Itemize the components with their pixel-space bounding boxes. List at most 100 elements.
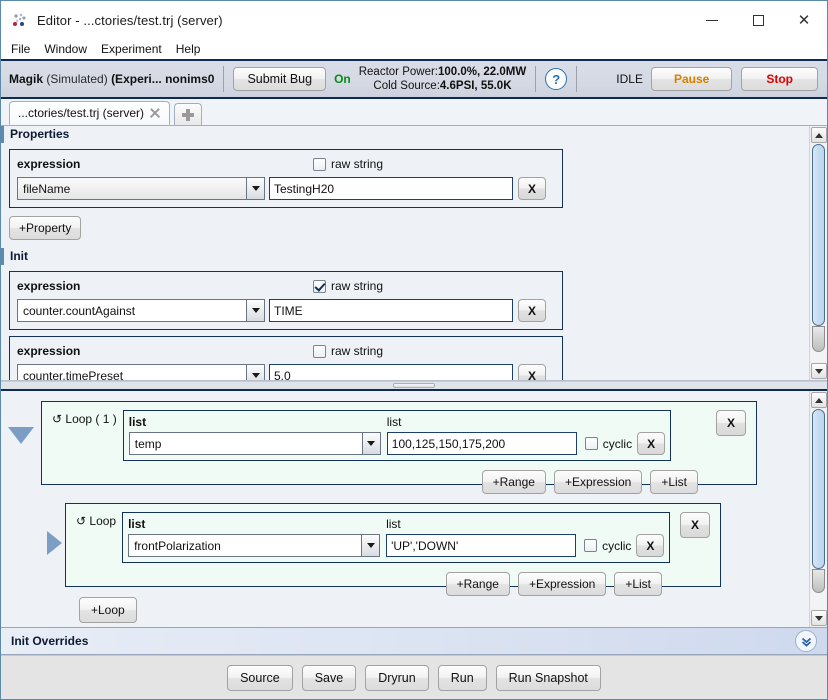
init-value-input[interactable]: TIME bbox=[269, 299, 513, 322]
run-snapshot-button[interactable]: Run Snapshot bbox=[495, 664, 601, 691]
add-tab-button[interactable] bbox=[174, 103, 203, 125]
properties-scrollbar[interactable] bbox=[809, 126, 827, 380]
property-name-value: fileName bbox=[23, 181, 71, 196]
triangle-right-icon bbox=[46, 531, 62, 555]
menu-file[interactable]: File bbox=[11, 40, 38, 58]
app-icon bbox=[11, 11, 29, 29]
menu-help[interactable]: Help bbox=[176, 40, 209, 58]
raw-string-checkbox[interactable] bbox=[312, 344, 326, 358]
minimize-button[interactable] bbox=[689, 1, 735, 39]
scroll-up-button[interactable] bbox=[810, 127, 827, 143]
scroll-thumb-tail[interactable] bbox=[811, 569, 825, 593]
init-overrides-bar[interactable]: Init Overrides bbox=[1, 627, 827, 655]
outer-value-label: list bbox=[386, 414, 402, 429]
init-name-combo[interactable]: counter.timePreset bbox=[17, 364, 265, 380]
raw-string-label: raw string bbox=[330, 279, 383, 293]
properties-header: Properties bbox=[1, 126, 809, 143]
submit-bug-button[interactable]: Submit Bug bbox=[233, 67, 327, 91]
close-button[interactable]: ✕ bbox=[781, 1, 827, 39]
chevron-down-icon[interactable] bbox=[361, 433, 380, 454]
outer-cyclic-checkbox[interactable] bbox=[584, 437, 598, 450]
init-overrides-label: Init Overrides bbox=[11, 634, 89, 648]
properties-init-pane: Properties expression raw string fileNam… bbox=[1, 126, 827, 381]
experiment-label: (Experi... bbox=[111, 72, 162, 86]
add-loop-button[interactable]: +Loop bbox=[79, 597, 137, 623]
chevron-down-icon[interactable] bbox=[361, 535, 380, 556]
properties-init-content: Properties expression raw string fileNam… bbox=[1, 126, 809, 380]
source-button[interactable]: Source bbox=[227, 664, 293, 691]
double-chevron-down-icon[interactable] bbox=[795, 630, 817, 652]
inner-list-label: list bbox=[128, 516, 146, 531]
loops-scrollbar[interactable] bbox=[809, 391, 827, 627]
outer-loop-expand-toggle[interactable] bbox=[1, 401, 41, 485]
help-icon[interactable]: ? bbox=[545, 68, 568, 90]
scroll-track[interactable] bbox=[810, 144, 827, 362]
inner-loop-variable-combo[interactable]: frontPolarization bbox=[128, 534, 381, 557]
tab-test-trj[interactable]: ...ctories/test.trj (server) bbox=[9, 101, 171, 125]
outer-loop-delete-button[interactable]: X bbox=[716, 410, 746, 436]
raw-string-checkbox[interactable] bbox=[312, 279, 326, 293]
stop-button[interactable]: Stop bbox=[741, 67, 818, 91]
user-label: nonims0 bbox=[165, 72, 215, 86]
window-controls: ✕ bbox=[689, 1, 827, 39]
property-name-combo[interactable]: fileName bbox=[17, 177, 265, 200]
init-row: expression raw string counter.timePreset… bbox=[9, 336, 563, 380]
outer-loop-variable-combo[interactable]: temp bbox=[128, 432, 381, 455]
divider-grip[interactable] bbox=[393, 383, 435, 388]
scroll-thumb[interactable] bbox=[811, 409, 825, 569]
reactor-readout: Reactor Power:100.0%, 22.0MW Cold Source… bbox=[359, 65, 526, 93]
init-value-input[interactable]: 5.0 bbox=[269, 364, 513, 380]
outer-loop-variable-value: temp bbox=[134, 436, 162, 451]
instrument-status: Magik (Simulated) (Experi... nonims0 bbox=[9, 72, 214, 86]
menu-window[interactable]: Window bbox=[44, 40, 95, 58]
raw-string-checkbox[interactable] bbox=[312, 157, 326, 171]
inner-add-expression-button[interactable]: +Expression bbox=[517, 572, 607, 596]
add-property-button[interactable]: +Property bbox=[9, 216, 82, 240]
property-value-input[interactable]: TestingH20 bbox=[269, 177, 513, 200]
outer-add-expression-button[interactable]: +Expression bbox=[553, 470, 643, 494]
scroll-track[interactable] bbox=[810, 409, 827, 609]
close-icon[interactable] bbox=[149, 107, 161, 119]
init-name-combo[interactable]: counter.countAgainst bbox=[17, 299, 265, 322]
inner-loop-delete-button[interactable]: X bbox=[680, 512, 710, 538]
cold-source-line: Cold Source:4.6PSI, 55.0K bbox=[359, 79, 526, 93]
delete-property-button[interactable]: X bbox=[518, 177, 546, 200]
scroll-down-button[interactable] bbox=[810, 363, 827, 379]
split-divider[interactable] bbox=[1, 381, 827, 391]
chevron-down-icon[interactable] bbox=[246, 178, 264, 199]
scroll-up-button[interactable] bbox=[810, 392, 827, 408]
inner-loop-panel: ↺ Loop list list frontPolarization 'UP',… bbox=[65, 503, 721, 596]
scroll-thumb-tail[interactable] bbox=[811, 326, 825, 352]
outer-cyclic-label: cyclic bbox=[602, 436, 633, 451]
outer-loop-list-input[interactable]: 100,125,150,175,200 bbox=[386, 432, 577, 455]
tab-strip: ...ctories/test.trj (server) bbox=[1, 99, 827, 126]
outer-list-label: list bbox=[128, 414, 147, 429]
expression-label: expression bbox=[17, 344, 81, 358]
maximize-button[interactable] bbox=[735, 1, 781, 39]
outer-loop-clear-button[interactable]: X bbox=[637, 432, 666, 455]
delete-init-button[interactable]: X bbox=[518, 299, 546, 322]
save-button[interactable]: Save bbox=[301, 664, 357, 691]
inner-loop-variable-value: frontPolarization bbox=[134, 538, 221, 553]
inner-loop-expand-toggle[interactable] bbox=[43, 503, 65, 587]
inner-loop-clear-button[interactable]: X bbox=[636, 534, 665, 557]
inner-add-range-button[interactable]: +Range bbox=[445, 572, 510, 596]
inner-add-list-button[interactable]: +List bbox=[614, 572, 662, 596]
outer-add-range-button[interactable]: +Range bbox=[481, 470, 546, 494]
dryrun-button[interactable]: Dryrun bbox=[365, 664, 429, 691]
scroll-down-button[interactable] bbox=[810, 610, 827, 626]
instrument-name: Magik bbox=[9, 72, 44, 86]
chevron-down-icon[interactable] bbox=[246, 365, 264, 380]
delete-init-button[interactable]: X bbox=[518, 364, 546, 380]
inner-loop-list-input[interactable]: 'UP','DOWN' bbox=[386, 534, 577, 557]
loops-pane: ↺ Loop ( 1 ) list list temp 100,125,150,… bbox=[1, 391, 827, 627]
outer-add-list-button[interactable]: +List bbox=[650, 470, 698, 494]
pause-button[interactable]: Pause bbox=[650, 67, 733, 91]
inner-loop-tag: ↺ Loop bbox=[76, 514, 117, 528]
menu-experiment[interactable]: Experiment bbox=[101, 40, 170, 58]
scroll-thumb[interactable] bbox=[811, 144, 825, 326]
chevron-down-icon[interactable] bbox=[246, 300, 264, 321]
reactor-power-line: Reactor Power:100.0%, 22.0MW bbox=[359, 65, 526, 79]
run-button[interactable]: Run bbox=[437, 664, 487, 691]
inner-cyclic-checkbox[interactable] bbox=[584, 539, 598, 552]
